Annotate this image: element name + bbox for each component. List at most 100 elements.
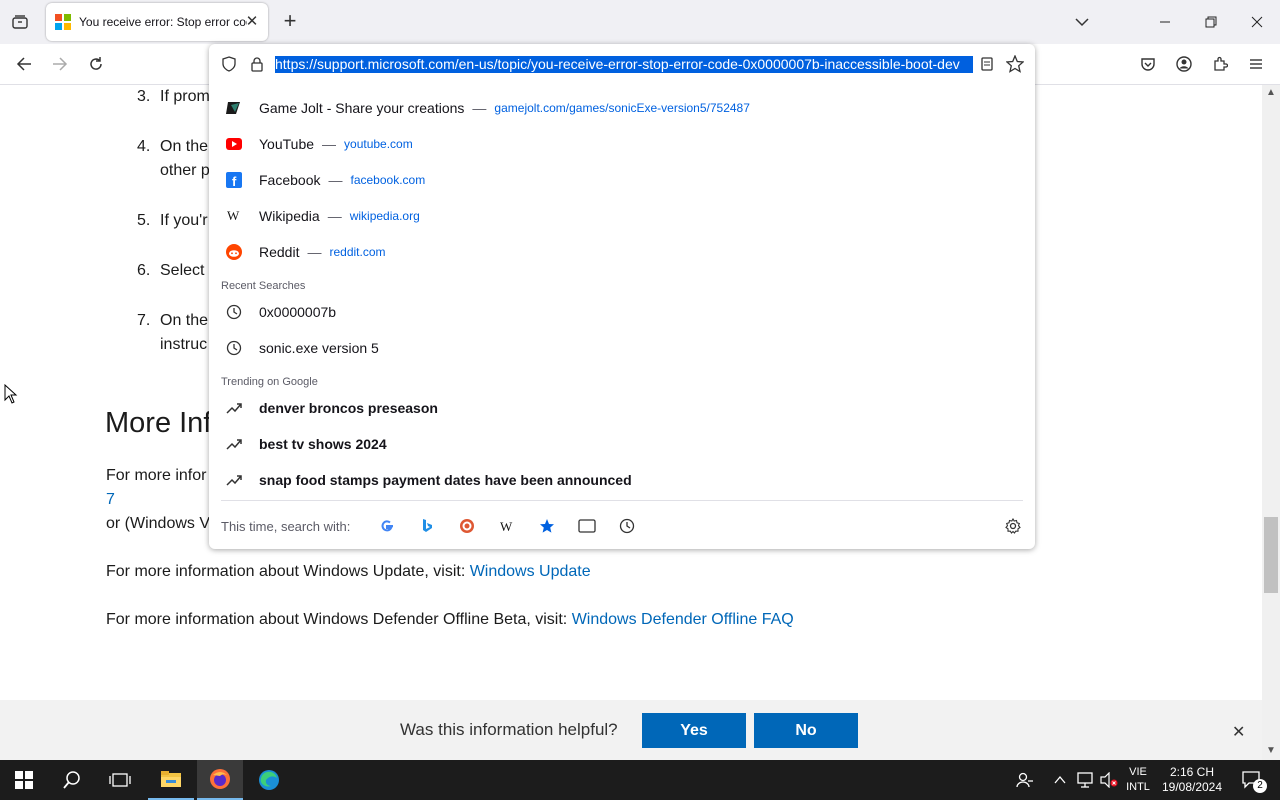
search-engine-bar: This time, search with: W [221, 514, 1023, 538]
language-code: VIE [1129, 766, 1147, 778]
windows-start-icon[interactable] [0, 760, 48, 800]
suggestion-row[interactable]: W Wikipedia — wikipedia.org [221, 198, 1021, 234]
recent-searches-heading: Recent Searches [221, 280, 306, 292]
duckduckgo-icon[interactable] [457, 516, 477, 536]
search-with-label: This time, search with: [221, 518, 351, 534]
step-text: other p [160, 162, 210, 179]
step-number: 7. [137, 312, 151, 329]
tab-close-icon[interactable]: ✕ [244, 14, 260, 30]
google-icon[interactable] [377, 516, 397, 536]
feedback-question: Was this information helpful? [400, 720, 618, 739]
para-windows-update: For more information about Windows Updat… [106, 563, 591, 581]
bing-icon[interactable] [417, 516, 437, 536]
lock-icon[interactable] [249, 56, 265, 77]
trending-row[interactable]: denver broncos preseason [221, 390, 1021, 426]
suggestion-title: Reddit [259, 244, 300, 260]
chevron-up-icon[interactable] [1050, 760, 1070, 800]
active-tab[interactable]: You receive error: Stop error code 0x000… [46, 3, 268, 41]
new-tab-button[interactable]: + [279, 10, 301, 32]
reader-view-icon[interactable] [979, 56, 995, 77]
svg-text:f: f [232, 174, 237, 188]
clock[interactable]: 2:16 CH 19/08/2024 [1160, 765, 1224, 795]
minimize-button[interactable] [1142, 0, 1188, 44]
step-item: 3. If prom [137, 88, 210, 106]
separator: — [322, 136, 337, 152]
volume-muted-icon[interactable] [1098, 760, 1120, 800]
trending-row[interactable]: best tv shows 2024 [221, 426, 1021, 462]
link-windows-update[interactable]: Windows Update [470, 563, 591, 580]
step-number: 6. [137, 262, 151, 279]
step-text: On the [160, 312, 209, 329]
shield-icon[interactable] [221, 56, 237, 77]
page-scrollbar[interactable] [1262, 85, 1280, 760]
people-icon[interactable] [1012, 760, 1038, 800]
suggestion-row[interactable]: f Facebook — facebook.com [221, 162, 1021, 198]
forward-arrow-icon[interactable] [46, 50, 74, 78]
back-arrow-icon[interactable] [10, 50, 38, 78]
trending-text: best tv shows 2024 [259, 436, 387, 452]
recent-search-text: sonic.exe version 5 [259, 340, 379, 356]
close-window-button[interactable] [1234, 0, 1280, 44]
suggestion-url: facebook.com [350, 173, 426, 187]
no-button[interactable]: No [754, 713, 858, 748]
recent-search-row[interactable]: sonic.exe version 5 [221, 330, 1021, 366]
suggestion-row[interactable]: YouTube — youtube.com [221, 126, 1021, 162]
suggestion-row[interactable]: Reddit — reddit.com [221, 234, 1021, 270]
restore-button[interactable] [1188, 0, 1234, 44]
history-clock-icon[interactable] [617, 516, 637, 536]
url-input[interactable]: https://support.microsoft.com/en-us/topi… [275, 56, 973, 73]
step-text: On the [160, 138, 209, 155]
address-bar[interactable]: https://support.microsoft.com/en-us/topi… [209, 44, 1035, 84]
task-view-icon[interactable] [96, 760, 144, 800]
step-item: 6. Select t [137, 262, 213, 280]
bookmarks-star-icon[interactable] [537, 516, 557, 536]
recent-search-row[interactable]: 0x0000007b [221, 294, 1021, 330]
clock-date: 19/08/2024 [1161, 780, 1223, 794]
yes-button[interactable]: Yes [642, 713, 746, 748]
reload-icon[interactable] [82, 50, 110, 78]
menu-icon[interactable] [1242, 50, 1270, 78]
trending-icon [224, 434, 244, 454]
link-defender-faq[interactable]: Windows Defender Offline FAQ [572, 611, 794, 628]
trending-row[interactable]: snap food stamps payment dates have been… [221, 462, 1021, 498]
svg-text:W: W [500, 519, 513, 534]
suggestion-row[interactable]: Game Jolt - Share your creations — gamej… [221, 90, 1021, 126]
step-number: 4. [137, 138, 151, 155]
step-text: If you'r [160, 212, 208, 229]
para-text: For more information about Windows Updat… [106, 563, 470, 580]
step-text: If prom [160, 88, 210, 105]
tab-title: You receive error: Stop error code 0x000… [79, 15, 247, 29]
network-icon[interactable] [1074, 760, 1096, 800]
step-text: instruc [160, 336, 208, 353]
suggestion-url: reddit.com [329, 245, 386, 259]
suggestion-url: wikipedia.org [349, 209, 420, 223]
notification-count: 2 [1253, 779, 1267, 793]
para-defender: For more information about Windows Defen… [106, 611, 794, 629]
tabs-icon[interactable] [577, 516, 597, 536]
extensions-icon[interactable] [1206, 50, 1234, 78]
gear-icon[interactable] [1003, 516, 1023, 536]
scroll-down-icon[interactable]: ▼ [1263, 745, 1279, 759]
separator: — [472, 100, 487, 116]
link-windows-7[interactable]: 7 [106, 491, 115, 508]
separator: — [328, 172, 343, 188]
tab-list-icon[interactable] [6, 8, 34, 36]
pocket-icon[interactable] [1134, 50, 1162, 78]
firefox-icon[interactable] [197, 760, 243, 800]
search-icon[interactable] [48, 760, 96, 800]
step-number: 5. [137, 212, 151, 229]
account-icon[interactable] [1170, 50, 1198, 78]
file-explorer-icon[interactable] [148, 760, 194, 800]
url-dropdown: https://support.microsoft.com/en-us/topi… [209, 44, 1035, 549]
scroll-up-icon[interactable]: ▲ [1263, 87, 1279, 101]
chevron-down-icon[interactable] [1072, 12, 1092, 32]
wikipedia-search-icon[interactable]: W [497, 516, 517, 536]
input-language[interactable]: VIE INTL [1124, 765, 1152, 795]
edge-icon[interactable] [246, 760, 292, 800]
scroll-thumb[interactable] [1264, 517, 1278, 593]
facebook-icon: f [224, 170, 244, 190]
close-icon[interactable]: ✕ [1232, 722, 1245, 742]
feedback-bar: Was this information helpful? Yes No ✕ [0, 700, 1262, 760]
notifications-icon[interactable]: 2 [1234, 760, 1270, 800]
bookmark-star-icon[interactable] [1005, 54, 1025, 78]
